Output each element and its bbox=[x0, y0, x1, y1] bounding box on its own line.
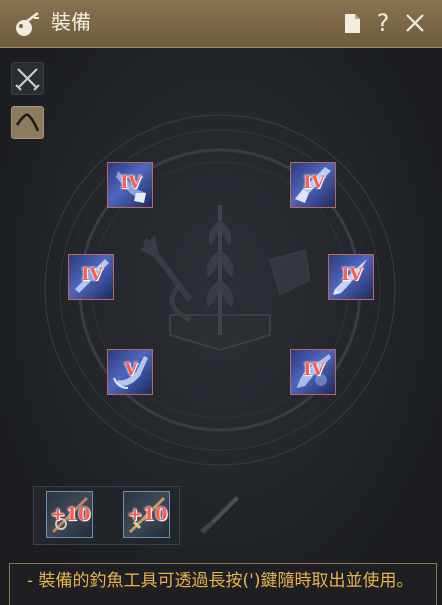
equipment-slot-2[interactable]: IV bbox=[290, 162, 336, 208]
document-button[interactable] bbox=[339, 9, 365, 37]
grade-badge: V bbox=[124, 360, 138, 380]
rod-slot-2[interactable]: +10 bbox=[123, 491, 170, 538]
enhance-level-badge: +10 bbox=[50, 504, 91, 525]
grade-badge: IV bbox=[303, 173, 325, 193]
help-button[interactable]: ? bbox=[370, 9, 396, 37]
equipment-slot-3[interactable]: IV bbox=[68, 254, 114, 300]
fishing-rod-icon bbox=[15, 113, 40, 132]
equipment-slot-4[interactable]: IV bbox=[328, 254, 374, 300]
document-icon bbox=[345, 14, 360, 33]
equipment-window: 裝備 ? IV IV IV IV V IV +10 +10 - 裝備的釣魚工具可… bbox=[0, 0, 442, 605]
rod-slot-1[interactable]: +10 bbox=[46, 491, 93, 538]
knife-silhouette-icon bbox=[200, 496, 239, 534]
tab-weapon[interactable] bbox=[11, 62, 44, 95]
equipment-slot-6[interactable]: IV bbox=[290, 349, 336, 395]
grade-badge: IV bbox=[81, 265, 103, 285]
crossed-swords-icon bbox=[15, 68, 40, 91]
fishing-lure-icon bbox=[16, 12, 39, 36]
info-note-text: - 裝備的釣魚工具可透過長按(')鍵隨時取出並使用。 bbox=[27, 571, 414, 591]
grade-badge: IV bbox=[303, 360, 325, 380]
window-title: 裝備 bbox=[51, 10, 91, 34]
equipment-slot-5[interactable]: V bbox=[107, 349, 153, 395]
grade-badge: IV bbox=[341, 265, 363, 285]
empty-tool-slot[interactable] bbox=[196, 492, 242, 538]
info-note-box: - 裝備的釣魚工具可透過長按(')鍵隨時取出並使用。 bbox=[9, 563, 437, 605]
window-header: 裝備 ? bbox=[0, 0, 442, 48]
enhance-level-badge: +10 bbox=[127, 504, 168, 525]
grade-badge: IV bbox=[120, 173, 142, 193]
close-button[interactable] bbox=[402, 9, 428, 37]
equipment-slot-1[interactable]: IV bbox=[107, 162, 153, 208]
close-icon bbox=[406, 14, 424, 32]
